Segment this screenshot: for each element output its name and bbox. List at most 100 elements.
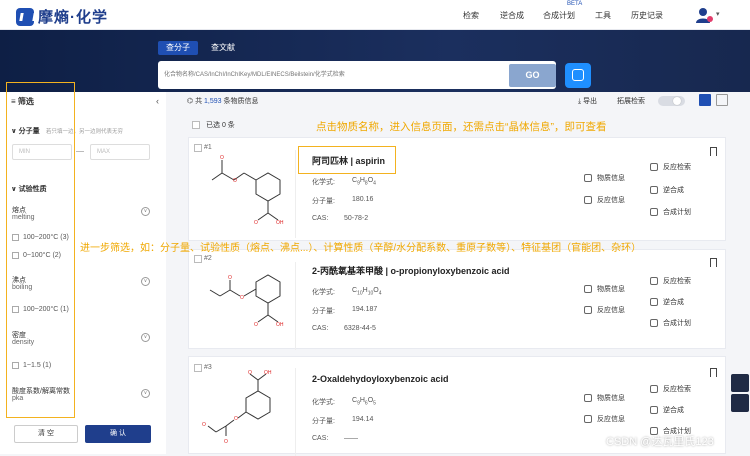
svg-text:O: O [234,416,238,422]
mw-min-input[interactable]: MIN [12,144,72,160]
retrosynthesis-link[interactable]: 逆合成 [650,185,684,195]
mw-value: 194.187 [352,306,378,313]
svg-text:OH: OH [276,322,284,328]
logo-mark-icon [16,7,34,26]
bookmark-icon[interactable] [710,368,717,377]
synthesis-plan-link[interactable]: 合成计划 [650,318,691,328]
mw-section-title[interactable]: ∨ 分子量 [11,126,40,136]
clear-button[interactable]: 清 空 [14,425,78,443]
card-number: #2 [204,255,212,262]
reaction-search-link[interactable]: 反应检索 [650,384,691,394]
svg-text:O: O [248,370,252,376]
substance-info-link[interactable]: 物质信息 [584,393,625,403]
synthesis-plan-link[interactable]: 合成计划 [650,207,691,217]
list-view-icon[interactable] [716,94,728,106]
reaction-info-link[interactable]: 反应信息 [584,195,625,205]
svg-text:O: O [202,422,206,428]
svg-text:O: O [233,178,237,184]
count-prefix: 共 [195,98,203,105]
retrosynthesis-link[interactable]: 逆合成 [650,405,684,415]
mw-max-input[interactable]: MAX [90,144,150,160]
chevron-down-icon[interactable]: ▾ [716,10,720,18]
svg-text:O: O [240,295,244,301]
formula-label: 化学式: [312,399,335,406]
svg-text:OH: OH [264,370,272,376]
mw-label: 分子量: [312,418,335,425]
bookmark-icon[interactable] [710,258,717,267]
propionyloxybenzoic-structure: O O O OH [209,274,284,328]
mw-value: 180.16 [352,196,374,203]
cas-label: CAS: [312,325,329,332]
nav-search[interactable]: 检索 [463,10,479,21]
chevron-down-icon[interactable]: ∨ [141,277,150,286]
chevron-down-icon[interactable]: ∨ [141,389,150,398]
cas-value: 50-78-2 [344,215,369,222]
option-checkbox[interactable]: 0~100°C (2) [12,252,61,259]
nav-retrosynthesis[interactable]: 逆合成 [500,10,524,21]
mw-label: 分子量: [312,308,335,315]
chevron-down-icon[interactable]: ∨ [141,333,150,342]
collapse-sidebar-icon[interactable]: ‹ [156,96,159,106]
formula-label: 化学式: [312,289,335,296]
mw-value: 194.14 [352,416,374,423]
annotation-top: 点击物质名称，进入信息页面，还需点击“晶体信息”，即可查看 [316,121,607,133]
substance-info-link[interactable]: 物质信息 [584,173,625,183]
watermark: CSDN @达瓦里氏123 [606,436,714,448]
logo[interactable]: 摩熵·化学 [16,6,108,27]
nav-tools[interactable]: 工具 [595,10,611,21]
feedback-icon[interactable] [731,394,749,412]
mw-hint: 若只填一边，另一边则代表无穷 [46,129,124,135]
reaction-search-link[interactable]: 反应检索 [650,276,691,286]
retrosynthesis-link[interactable]: 逆合成 [650,297,684,307]
formula-value: C9H8O4 [352,177,376,187]
annotation-middle: 进一步筛选，如：分子量、试验性质（熔点、沸点...）、计算性质（辛醇/水分配系数… [80,243,642,254]
select-all-checkbox[interactable]: 已选 0 条 [192,120,235,130]
tab-literature[interactable]: 查文献 [211,41,235,55]
filter-title: ≡ 筛选 [11,97,34,106]
option-checkbox[interactable]: 100~200°C (3) [12,234,69,241]
draw-structure-icon[interactable] [565,63,591,88]
svg-text:O: O [254,220,258,226]
formula-label: 化学式: [312,179,335,186]
reaction-info-link[interactable]: 反应信息 [584,305,625,315]
svg-text:O: O [220,155,224,161]
compound-name-link[interactable]: 2-Oxaldehydoyloxybenzoic acid [312,374,449,384]
chevron-down-icon[interactable]: ∨ [141,207,150,216]
option-checkbox[interactable]: 100~200°C (1) [12,306,69,313]
nav-synthesis-plan[interactable]: 合成计划 [543,10,575,21]
molecule-count-icon: ⌬ [187,98,196,105]
range-dash [76,151,84,152]
svg-text:O: O [254,322,258,328]
substance-info-link[interactable]: 物质信息 [584,284,625,294]
reaction-search-link[interactable]: 反应检索 [650,162,691,172]
oxaldehydoyloxybenzoic-structure: O OH O O O [202,370,272,445]
export-button[interactable]: ⤓ 导出 [578,96,597,106]
option-checkbox[interactable]: 1~1.5 (1) [12,362,51,369]
svg-text:O: O [224,439,228,445]
compound-name-link[interactable]: 2-丙酰氧基苯甲酸 | o-propionyloxybenzoic acid [312,264,510,277]
user-avatar-icon[interactable] [696,7,714,23]
logo-text: 摩熵·化学 [38,9,108,26]
cas-label: CAS: [312,435,329,442]
chat-icon[interactable] [731,374,749,392]
exp-section-title[interactable]: ∨ 试验性质 [11,184,47,194]
nav-history[interactable]: 历史记录 [631,10,663,21]
formula-value: C10H10O4 [352,287,382,297]
cas-value: —— [344,435,358,442]
structure-image[interactable]: O O O OH [196,262,296,350]
grid-view-icon[interactable] [699,94,711,106]
bookmark-icon[interactable] [710,147,717,156]
expand-search-toggle[interactable] [658,96,685,106]
tab-molecule[interactable]: 查分子 [158,41,198,55]
structure-image[interactable]: O OH O O O [196,368,296,456]
prop-boiling-en: boiling [12,284,33,291]
reaction-info-link[interactable]: 反应信息 [584,414,625,424]
prop-density-en: density [12,339,35,346]
structure-image[interactable]: O O O OH [196,150,296,238]
compound-name-link[interactable]: 阿司匹林 | aspirin [312,154,385,167]
search-input[interactable] [164,68,504,82]
confirm-button[interactable]: 确 认 [85,425,151,443]
go-button[interactable]: GO [509,64,556,87]
cas-label: CAS: [312,215,329,222]
svg-text:O: O [228,275,232,281]
